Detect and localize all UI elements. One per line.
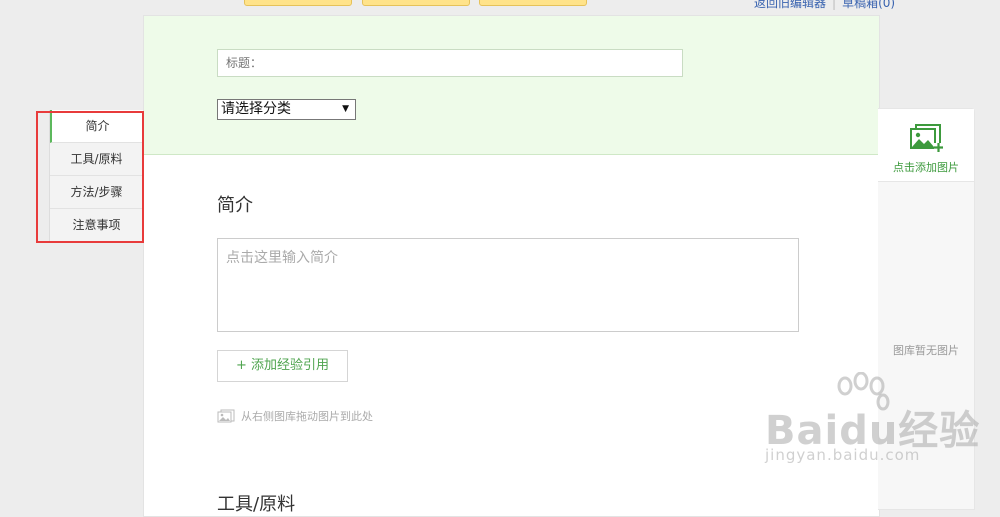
intro-heading: 简介 bbox=[217, 195, 253, 216]
add-reference-button[interactable]: + 添加经验引用 bbox=[217, 350, 348, 382]
watermark-url: jingyan.baidu.com bbox=[765, 446, 921, 464]
drafts-link[interactable]: 草稿箱(0) bbox=[842, 0, 895, 10]
old-editor-link[interactable]: 返回旧编辑器 bbox=[754, 0, 826, 10]
intro-textarea[interactable]: 点击这里输入简介 bbox=[217, 238, 799, 332]
add-image-button[interactable]: 点击添加图片 bbox=[878, 109, 974, 182]
editor-header: 请选择分类 ▼ bbox=[144, 16, 879, 155]
link-separator: | bbox=[832, 0, 837, 10]
title-input[interactable] bbox=[217, 49, 683, 77]
dropdown-arrow-icon: ▼ bbox=[342, 104, 349, 114]
drag-hint: 从右侧图库拖动图片到此处 bbox=[217, 408, 373, 424]
category-selected-value: 请选择分类 bbox=[221, 101, 291, 117]
drag-hint-text: 从右侧图库拖动图片到此处 bbox=[241, 410, 373, 423]
category-select[interactable]: 请选择分类 ▼ bbox=[217, 99, 356, 120]
add-image-label: 点击添加图片 bbox=[893, 161, 959, 174]
top-button-1[interactable] bbox=[244, 0, 352, 6]
top-button-3[interactable] bbox=[479, 0, 587, 6]
top-button-2[interactable] bbox=[362, 0, 470, 6]
intro-placeholder: 点击这里输入简介 bbox=[226, 250, 338, 266]
gallery-empty-text: 图库暂无图片 bbox=[893, 344, 959, 357]
top-links: 返回旧编辑器 | 草稿箱(0) bbox=[754, 0, 895, 11]
image-icon bbox=[217, 409, 235, 423]
highlight-box bbox=[36, 111, 144, 243]
add-image-icon bbox=[910, 124, 943, 152]
